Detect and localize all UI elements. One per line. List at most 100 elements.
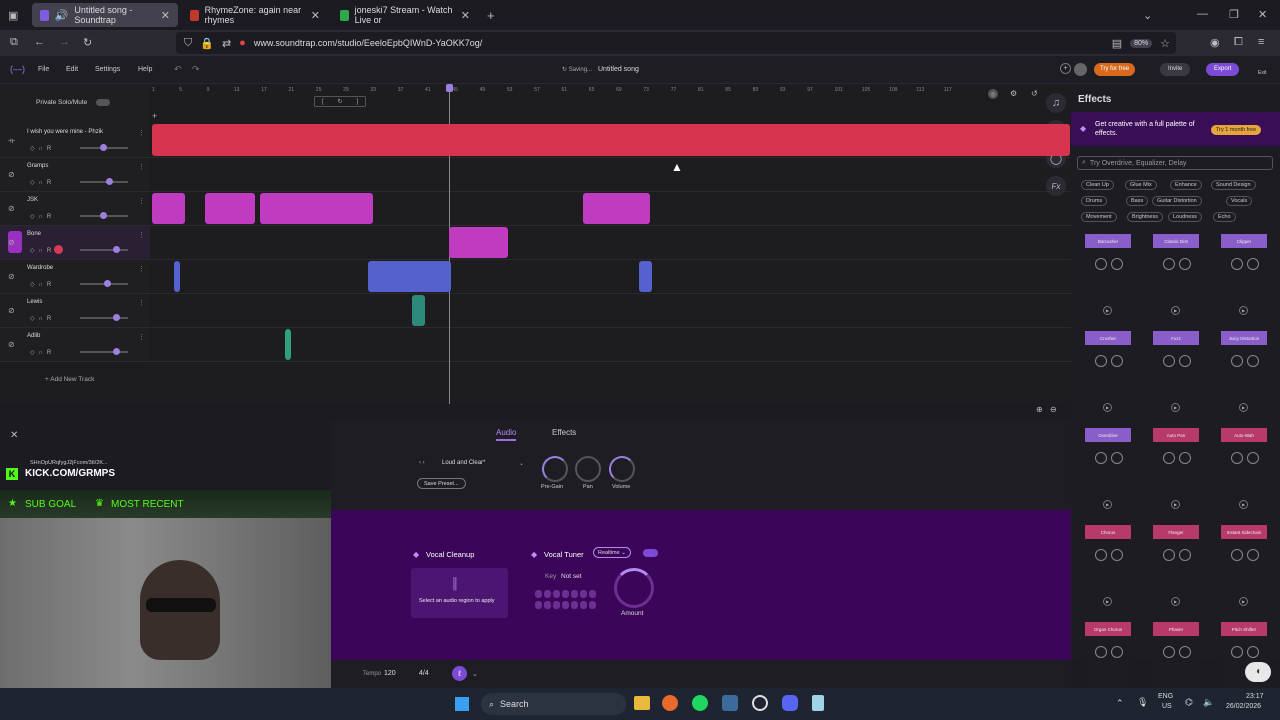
track-volume-slider[interactable] <box>80 144 128 151</box>
tuner-key[interactable] <box>544 601 551 609</box>
track-controls[interactable]: ◇∩R <box>30 179 55 186</box>
slider-knob[interactable] <box>113 314 120 321</box>
amount-knob[interactable] <box>614 568 654 608</box>
pre-gain-knob[interactable] <box>542 456 568 482</box>
play-preview-icon[interactable]: ▶ <box>1103 403 1112 412</box>
timeline-ruler[interactable]: 1 5 9 13 17 21 25 29 33 37 41 45 49 53 57 61 65 69 73 77 81 8… <box>150 84 1071 98</box>
play-preview-icon[interactable]: ▶ <box>1103 306 1112 315</box>
playhead-handle[interactable] <box>446 84 453 92</box>
back-icon[interactable]: ← <box>34 36 45 48</box>
slider-knob[interactable] <box>99 144 107 151</box>
track-volume-slider[interactable] <box>80 280 128 287</box>
shield-icon[interactable]: ⛉ <box>184 37 192 50</box>
lock-icon[interactable]: 🔒 <box>200 37 214 50</box>
close-tab-icon[interactable]: ✕ <box>311 9 320 22</box>
track-header[interactable]: ⊘ Adlib ◇∩R ⋮ <box>0 328 150 362</box>
effect-card[interactable]: Organ Chorus <box>1085 622 1131 690</box>
track-menu-icon[interactable]: ⋮ <box>138 231 145 239</box>
audio-clip[interactable] <box>449 227 508 258</box>
track-controls[interactable]: ◇∩R <box>30 247 55 254</box>
tab-audio[interactable]: Audio <box>496 428 517 441</box>
effect-chip[interactable]: Brightness <box>1127 212 1163 222</box>
tuner-key[interactable] <box>562 590 569 598</box>
windows-start-icon[interactable] <box>455 697 469 711</box>
effect-chip[interactable]: Vocals <box>1226 196 1253 206</box>
track-menu-icon[interactable]: ⋮ <box>138 129 145 137</box>
menu-edit[interactable]: Edit <box>66 66 78 73</box>
tuner-key[interactable] <box>544 590 551 598</box>
track-header[interactable]: ⊘ Gramps ◇∩R ⋮ <box>0 158 150 192</box>
metronome-icon[interactable]: ◎ <box>988 89 998 99</box>
network-icon[interactable]: ⌬ <box>1185 697 1193 708</box>
track-menu-icon[interactable]: ⋮ <box>138 299 145 307</box>
chevron-down-icon[interactable]: ⌄ <box>472 670 478 678</box>
add-collaborator-icon[interactable]: + <box>1060 63 1071 74</box>
volume-icon[interactable]: 🔈 <box>1203 697 1214 708</box>
effect-card[interactable]: Chorus ▶ <box>1085 525 1131 606</box>
discord-icon[interactable] <box>782 695 798 711</box>
tuner-key[interactable] <box>580 601 587 609</box>
tab-rhymezone[interactable]: RhymeZone: again near rhymes ✕ <box>182 3 328 27</box>
effect-card[interactable]: Auto-Wah ▶ <box>1221 428 1267 509</box>
play-preview-icon[interactable]: ▶ <box>1103 597 1112 606</box>
forward-icon[interactable]: → <box>59 36 70 48</box>
tab-soundtrap[interactable]: 🔊 Untitled song - Soundtrap ✕ <box>32 3 178 27</box>
track-header[interactable]: ⊘ JSK ◇∩R ⋮ <box>0 192 150 226</box>
follow-icon[interactable]: ↺ <box>1031 89 1038 98</box>
track-menu-icon[interactable]: ⋮ <box>138 163 145 171</box>
reader-icon[interactable]: ▤ <box>1112 37 1122 50</box>
exit-button[interactable]: Exit <box>1258 70 1266 76</box>
tuner-key[interactable] <box>589 590 596 598</box>
track-controls[interactable]: ◇∩R <box>30 145 55 152</box>
zoom-out-icon[interactable]: ⊖ <box>1050 405 1057 414</box>
invite-button[interactable]: Invite <box>1160 63 1191 76</box>
effect-card[interactable]: Bitcrusher ▶ <box>1085 234 1131 315</box>
audio-clip[interactable] <box>152 124 1070 156</box>
maximize-icon[interactable]: ❐ <box>1229 8 1239 21</box>
minimize-icon[interactable]: — <box>1197 8 1208 20</box>
chevron-down-icon[interactable]: ⌄ <box>519 460 524 467</box>
menu-file[interactable]: File <box>38 66 49 73</box>
track-name[interactable]: I wish you were mine - Phzik <box>27 129 103 135</box>
tuner-key[interactable] <box>535 601 542 609</box>
fx-icon[interactable]: Fx <box>1046 176 1066 196</box>
track-volume-slider[interactable] <box>80 246 128 253</box>
track-controls[interactable]: ◇∩R <box>30 281 55 288</box>
effect-chip[interactable]: Bass <box>1126 196 1149 206</box>
tuner-key[interactable] <box>553 601 560 609</box>
effect-card[interactable]: Instant Sidechain ▶ <box>1221 525 1267 606</box>
save-preset-button[interactable]: Save Preset... <box>417 478 466 489</box>
play-preview-icon[interactable]: ▶ <box>1239 597 1248 606</box>
close-window-icon[interactable]: ✕ <box>1258 8 1267 21</box>
audio-clip[interactable] <box>260 193 373 224</box>
tuner-key[interactable] <box>580 590 587 598</box>
zoom-badge[interactable]: 80% <box>1130 38 1153 48</box>
vocal-tuner-toggle[interactable] <box>643 549 658 557</box>
track-volume-slider[interactable] <box>80 178 128 185</box>
play-preview-icon[interactable]: ▶ <box>1171 403 1180 412</box>
undo-icon[interactable]: ↶ <box>174 64 182 75</box>
spotify-icon[interactable] <box>692 695 708 711</box>
effect-card[interactable]: Fuzz ▶ <box>1153 331 1199 412</box>
preset-select[interactable]: Loud and Clear* <box>442 460 485 466</box>
play-preview-icon[interactable]: ▶ <box>1103 500 1112 509</box>
export-button[interactable]: Export <box>1206 63 1240 76</box>
close-tab-icon[interactable]: ✕ <box>161 9 170 22</box>
add-new-track-button[interactable]: + Add New Track <box>45 376 94 383</box>
audio-clip[interactable] <box>412 295 425 326</box>
track-lane[interactable] <box>150 226 1071 260</box>
loop-end-icon[interactable]: ] <box>356 99 358 105</box>
tempo-value[interactable]: 120 <box>384 670 396 677</box>
try-month-free-button[interactable]: Try 1 month free <box>1211 125 1262 135</box>
effect-chip[interactable]: Guitar Distortion <box>1152 196 1202 206</box>
permissions-icon[interactable]: ⇄ <box>222 37 231 50</box>
zoom-in-icon[interactable]: ⊕ <box>1036 405 1043 414</box>
track-lane[interactable] <box>150 158 1071 192</box>
play-preview-icon[interactable]: ▶ <box>1239 500 1248 509</box>
effect-card[interactable]: Phaser <box>1153 622 1199 690</box>
track-controls[interactable]: ◇∩R <box>30 213 55 220</box>
menu-icon[interactable]: ≡ <box>1258 36 1264 48</box>
time-signature[interactable]: 4/4 <box>419 670 429 677</box>
play-preview-icon[interactable]: ▶ <box>1171 597 1180 606</box>
tab-kick[interactable]: joneski7 Stream - Watch Live or ✕ <box>332 3 478 27</box>
